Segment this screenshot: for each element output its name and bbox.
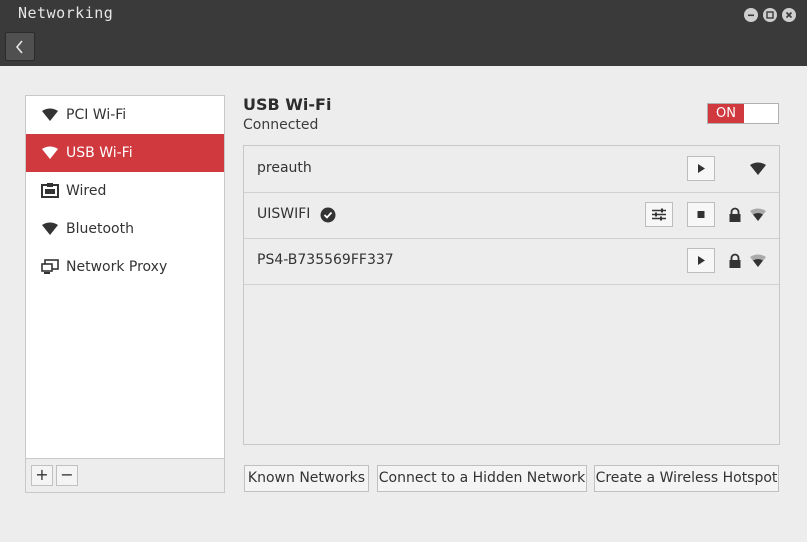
connect-hidden-network-button[interactable]: Connect to a Hidden Network: [377, 465, 587, 492]
sidebar-item-usb-wifi[interactable]: USB Wi-Fi: [26, 134, 224, 172]
network-list: preauth UISWIFI PS4-B735569FF337: [243, 145, 780, 445]
minimize-button[interactable]: [744, 8, 758, 22]
wifi-icon: [40, 106, 60, 124]
sidebar-item-label: Wired: [66, 183, 107, 199]
sidebar-item-bluetooth[interactable]: Bluetooth: [26, 210, 224, 248]
device-title: USB Wi-Fi: [243, 95, 332, 114]
network-ssid: UISWIFI: [257, 206, 311, 222]
networking-window: Networking PCI Wi-Fi USB Wi-Fi Wired Blu…: [0, 0, 807, 542]
sidebar-item-label: Network Proxy: [66, 259, 168, 275]
list-item[interactable]: UISWIFI: [244, 192, 779, 239]
create-hotspot-button[interactable]: Create a Wireless Hotspot: [594, 465, 779, 492]
device-sidebar: PCI Wi-Fi USB Wi-Fi Wired Bluetooth Netw…: [25, 95, 225, 493]
network-ssid: preauth: [257, 160, 312, 176]
sidebar-item-wired[interactable]: Wired: [26, 172, 224, 210]
network-settings-button[interactable]: [645, 202, 673, 227]
disconnect-button[interactable]: [687, 202, 715, 227]
maximize-icon: [766, 11, 774, 19]
play-icon: [698, 256, 705, 265]
close-button[interactable]: [782, 8, 796, 22]
proxy-icon: [40, 258, 60, 276]
connect-button[interactable]: [687, 156, 715, 181]
sidebar-item-label: PCI Wi-Fi: [66, 107, 127, 123]
list-item[interactable]: preauth: [244, 146, 779, 193]
sidebar-item-label: USB Wi-Fi: [66, 145, 133, 161]
wifi-signal-icon: [750, 208, 766, 221]
wired-icon: [40, 182, 60, 200]
lock-icon: [729, 207, 741, 222]
play-icon: [698, 164, 705, 173]
title-bar: Networking: [0, 0, 807, 66]
toggle-on-label: ON: [708, 104, 744, 123]
back-button[interactable]: [5, 32, 35, 61]
sliders-icon: [652, 208, 666, 221]
minimize-icon: [748, 14, 754, 17]
device-status: Connected: [243, 117, 319, 133]
wifi-icon: [40, 220, 60, 238]
add-device-button[interactable]: +: [31, 465, 53, 486]
connected-check-icon: [320, 207, 336, 223]
window-title: Networking: [18, 4, 114, 22]
network-ssid: PS4-B735569FF337: [257, 252, 394, 268]
wifi-icon: [40, 144, 60, 162]
connect-button[interactable]: [687, 248, 715, 273]
sidebar-footer: + −: [26, 458, 224, 492]
close-icon: [785, 11, 793, 19]
sidebar-item-label: Bluetooth: [66, 221, 134, 237]
sidebar-item-network-proxy[interactable]: Network Proxy: [26, 248, 224, 286]
sidebar-item-pci-wifi[interactable]: PCI Wi-Fi: [26, 96, 224, 134]
chevron-left-icon: [15, 40, 23, 54]
device-power-toggle[interactable]: ON: [707, 103, 779, 124]
wifi-signal-icon: [750, 254, 766, 267]
remove-device-button[interactable]: −: [56, 465, 78, 486]
list-item[interactable]: PS4-B735569FF337: [244, 238, 779, 285]
known-networks-button[interactable]: Known Networks: [244, 465, 369, 492]
stop-icon: [697, 211, 705, 218]
wifi-signal-icon: [750, 162, 766, 175]
maximize-button[interactable]: [763, 8, 777, 22]
lock-icon: [729, 253, 741, 268]
